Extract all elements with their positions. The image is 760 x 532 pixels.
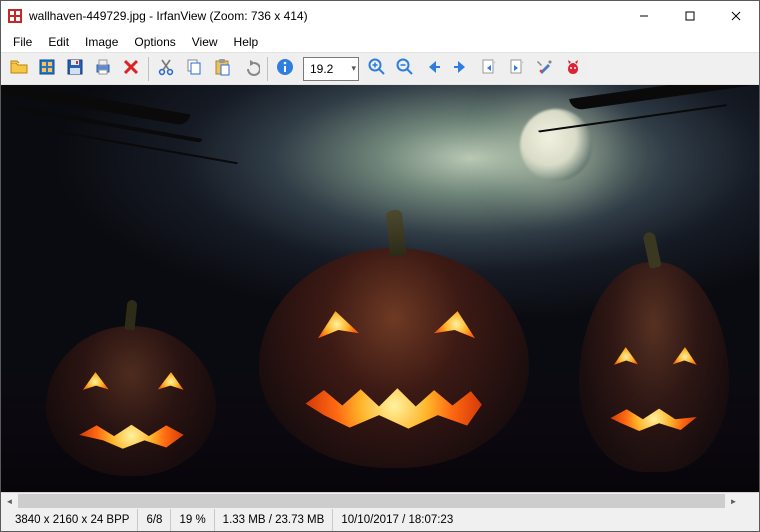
last-file-button[interactable] — [503, 55, 531, 83]
statusbar: 3840 x 2160 x 24 BPP 6/8 19 % 1.33 MB / … — [1, 509, 759, 531]
status-dimensions: 3840 x 2160 x 24 BPP — [7, 509, 138, 531]
scrollbar-track[interactable] — [18, 493, 725, 509]
displayed-image — [1, 85, 759, 492]
zoom-in-icon — [367, 57, 387, 80]
print-icon — [93, 57, 113, 80]
menu-options[interactable]: Options — [126, 33, 183, 51]
undo-button[interactable] — [236, 55, 264, 83]
zoom-out-icon — [395, 57, 415, 80]
zoom-out-button[interactable] — [391, 55, 419, 83]
window-controls — [621, 1, 759, 31]
menu-edit[interactable]: Edit — [40, 33, 77, 51]
info-icon — [275, 57, 295, 80]
status-zoom-percent: 19 % — [171, 509, 214, 531]
cut-button[interactable] — [152, 55, 180, 83]
scrollbar-thumb[interactable] — [18, 494, 725, 508]
settings-button[interactable] — [531, 55, 559, 83]
app-icon — [7, 8, 23, 24]
menu-help[interactable]: Help — [226, 33, 267, 51]
toolbar-separator — [148, 57, 149, 81]
toolbar-separator — [267, 57, 268, 81]
undo-icon — [240, 57, 260, 80]
slideshow-icon — [37, 57, 57, 80]
first-file-button[interactable] — [475, 55, 503, 83]
window-title: wallhaven-449729.jpg - IrfanView (Zoom: … — [29, 9, 621, 23]
chevron-down-icon: ▾ — [351, 63, 356, 74]
zoom-in-button[interactable] — [363, 55, 391, 83]
settings-icon — [535, 57, 555, 80]
status-datetime: 10/10/2017 / 18:07:23 — [333, 509, 461, 531]
delete-button[interactable] — [117, 55, 145, 83]
app-window: wallhaven-449729.jpg - IrfanView (Zoom: … — [0, 0, 760, 532]
save-icon — [65, 57, 85, 80]
menu-image[interactable]: Image — [77, 33, 126, 51]
toolbar: 19.2 ▾ — [1, 52, 759, 85]
close-button[interactable] — [713, 1, 759, 31]
open-button[interactable] — [5, 55, 33, 83]
zoom-value: 19.2 — [310, 62, 333, 76]
titlebar: wallhaven-449729.jpg - IrfanView (Zoom: … — [1, 1, 759, 31]
delete-icon — [121, 57, 141, 80]
zoom-combo[interactable]: 19.2 ▾ — [303, 57, 359, 81]
scrollbar-corner — [742, 493, 759, 509]
paste-button[interactable] — [208, 55, 236, 83]
menu-view[interactable]: View — [184, 33, 226, 51]
about-button[interactable] — [559, 55, 587, 83]
about-cat-icon — [563, 57, 583, 80]
save-button[interactable] — [61, 55, 89, 83]
next-button[interactable] — [447, 55, 475, 83]
minimize-button[interactable] — [621, 1, 667, 31]
paste-icon — [212, 57, 232, 80]
copy-icon — [184, 57, 204, 80]
slideshow-button[interactable] — [33, 55, 61, 83]
previous-button[interactable] — [419, 55, 447, 83]
next-icon — [451, 57, 471, 80]
maximize-button[interactable] — [667, 1, 713, 31]
last-file-icon — [507, 57, 527, 80]
menu-file[interactable]: File — [5, 33, 40, 51]
scroll-right-button[interactable]: ► — [725, 493, 742, 509]
horizontal-scrollbar: ◄ ► — [1, 492, 759, 509]
copy-button[interactable] — [180, 55, 208, 83]
info-button[interactable] — [271, 55, 299, 83]
previous-icon — [423, 57, 443, 80]
status-file-size: 1.33 MB / 23.73 MB — [215, 509, 334, 531]
cut-icon — [156, 57, 176, 80]
image-viewport[interactable] — [1, 85, 759, 492]
first-file-icon — [479, 57, 499, 80]
open-folder-icon — [9, 57, 29, 80]
scroll-left-button[interactable]: ◄ — [1, 493, 18, 509]
status-file-index: 6/8 — [138, 509, 171, 531]
menubar: File Edit Image Options View Help — [1, 31, 759, 52]
print-button[interactable] — [89, 55, 117, 83]
